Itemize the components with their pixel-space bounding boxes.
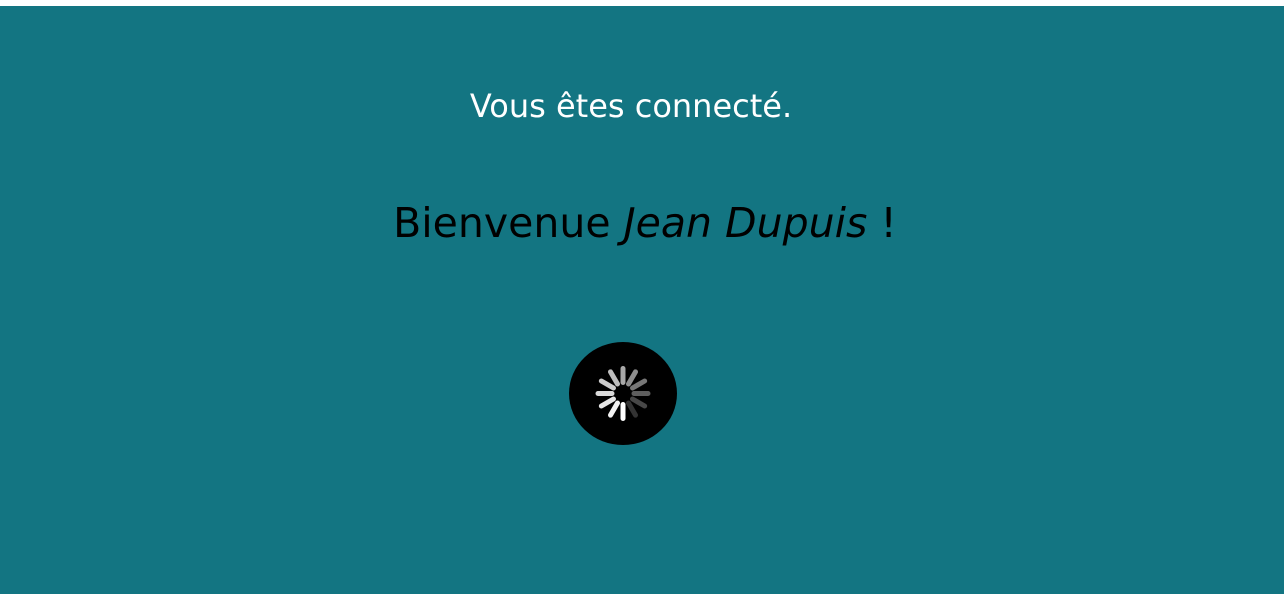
welcome-message: Bienvenue Jean Dupuis ! — [0, 198, 1284, 248]
status-message: Vous êtes connecté. — [469, 87, 793, 125]
user-name: Jean Dupuis — [623, 199, 868, 247]
login-success-panel: Vous êtes connecté. Bienvenue Jean Dupui… — [0, 6, 1284, 594]
welcome-suffix: ! — [867, 199, 897, 247]
loading-spinner-icon — [569, 342, 677, 445]
welcome-prefix: Bienvenue — [393, 199, 624, 247]
